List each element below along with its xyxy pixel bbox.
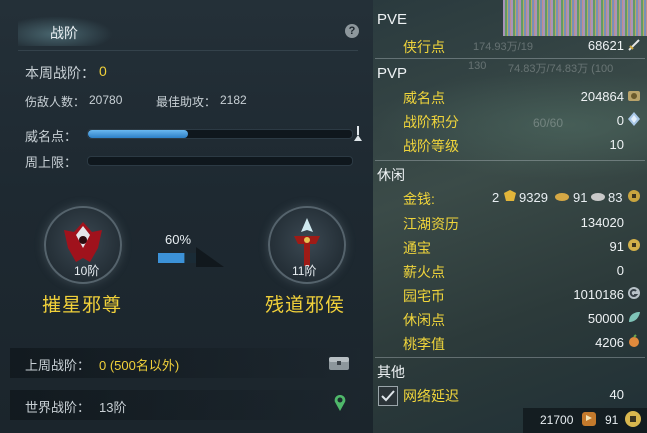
money-label: 金钱:: [403, 191, 435, 207]
gold-ingot-icon: [502, 189, 518, 203]
weiming-label: 威名点: [403, 90, 445, 106]
bg-text-3: 74.83万/74.83万 (100: [508, 63, 614, 75]
footer-coin-icon: [624, 410, 642, 428]
last-week-value: 0 (500名以外): [99, 358, 180, 373]
yuanzhai-label: 园宅币: [403, 288, 445, 304]
weekly-rank-label: 本周战阶：: [25, 65, 95, 81]
fame-label: 威名点：: [25, 129, 78, 144]
bg-text-4: 60/60: [533, 116, 564, 130]
divider: [18, 50, 358, 51]
yuanzhai-value: 1010186: [573, 287, 624, 302]
xiuxian-value: 50000: [587, 311, 624, 326]
current-rank-name: 摧星邪尊: [42, 295, 123, 316]
next-rank-level: 11阶: [292, 264, 317, 278]
world-rank-value: 13阶: [99, 400, 127, 415]
tab-rank-label: 战阶: [50, 25, 78, 41]
location-pin-icon[interactable]: [333, 394, 347, 414]
footer-value-2: 91: [605, 413, 619, 427]
tongbao-value: 91: [609, 239, 624, 254]
coin-icon: [627, 189, 641, 203]
check-icon: [381, 390, 395, 402]
xiaxing-label: 侠行点: [403, 39, 445, 55]
advance-arrow-icon: [158, 247, 224, 267]
kills-label: 伤敌人数：: [25, 95, 86, 109]
zhanjie-score-label: 战阶积分: [403, 114, 459, 130]
leaf-icon: [627, 310, 641, 324]
rank-panel: 战阶 ? 本周战阶： 0 伤敌人数： 20780 最佳助攻： 2182 威名点：…: [0, 0, 373, 433]
background-scene: [503, 0, 647, 36]
section-pvp: PVP: [377, 65, 408, 82]
next-rank-name: 残道邪侯: [265, 295, 346, 316]
diamond-icon: [627, 111, 641, 127]
last-week-label: 上周战阶：: [25, 358, 91, 373]
divider: [375, 357, 645, 358]
flag-icon: [580, 410, 598, 428]
latency-label: 网络延迟: [403, 388, 459, 404]
section-pve: PVE: [377, 11, 408, 28]
money-silver-value: 9329: [519, 190, 548, 205]
weekly-cap-progress-bar: [87, 156, 353, 166]
bg-text-1: 174.93万/19: [473, 41, 533, 53]
tongbao-coin-icon: [627, 238, 641, 252]
xiuxian-label: 休闲点: [403, 312, 445, 328]
tongbao-label: 通宝: [403, 240, 431, 256]
weekly-rank-value: 0: [99, 63, 107, 79]
sword-icon: [627, 38, 641, 52]
jianghu-label: 江湖资历: [403, 216, 459, 232]
xiaxing-value: 68621: [587, 38, 624, 53]
world-rank-label: 世界战阶：: [25, 400, 91, 415]
cap-marker-icon: [354, 126, 362, 142]
assists-label: 最佳助攻：: [156, 95, 217, 109]
copper-ingot-icon: [590, 189, 606, 203]
weekly-cap-label: 周上限：: [25, 155, 78, 170]
fame-progress-fill: [88, 130, 189, 138]
help-icon[interactable]: ?: [345, 24, 359, 38]
assists-value: 2182: [220, 93, 247, 107]
section-leisure: 休闲: [377, 167, 405, 183]
taoli-label: 桃李值: [403, 336, 445, 352]
zhanjie-score-value: 0: [616, 113, 624, 128]
divider: [375, 58, 645, 59]
xinhuo-value: 0: [616, 263, 624, 278]
money-copper-value: 91: [573, 190, 588, 205]
home-coin-icon: [627, 286, 641, 300]
divider: [375, 160, 645, 161]
zhanjie-level-label: 战阶等级: [403, 138, 459, 154]
peach-icon: [627, 334, 641, 348]
advance-percent: 60%: [165, 232, 192, 247]
xinhuo-label: 薪火点: [403, 264, 445, 280]
weiming-value: 204864: [580, 89, 624, 104]
silver-ingot-icon: [554, 189, 570, 203]
bg-text-2: 130: [468, 60, 487, 72]
fame-progress-bar: [87, 129, 353, 139]
taoli-value: 4206: [595, 335, 624, 350]
zhanjie-level-value: 10: [609, 137, 624, 152]
latency-checkbox[interactable]: [378, 386, 398, 406]
kills-value: 20780: [89, 93, 123, 107]
crest-icon: [627, 89, 641, 103]
money-extra-value: 83: [608, 190, 623, 205]
section-other: 其他: [377, 364, 405, 380]
money-gold-value: 2: [492, 190, 500, 205]
jianghu-value: 134020: [580, 215, 624, 230]
chest-icon[interactable]: [328, 355, 350, 371]
footer-value-1: 21700: [540, 413, 574, 427]
latency-value: 40: [609, 387, 624, 402]
current-rank-level: 10阶: [74, 264, 100, 278]
